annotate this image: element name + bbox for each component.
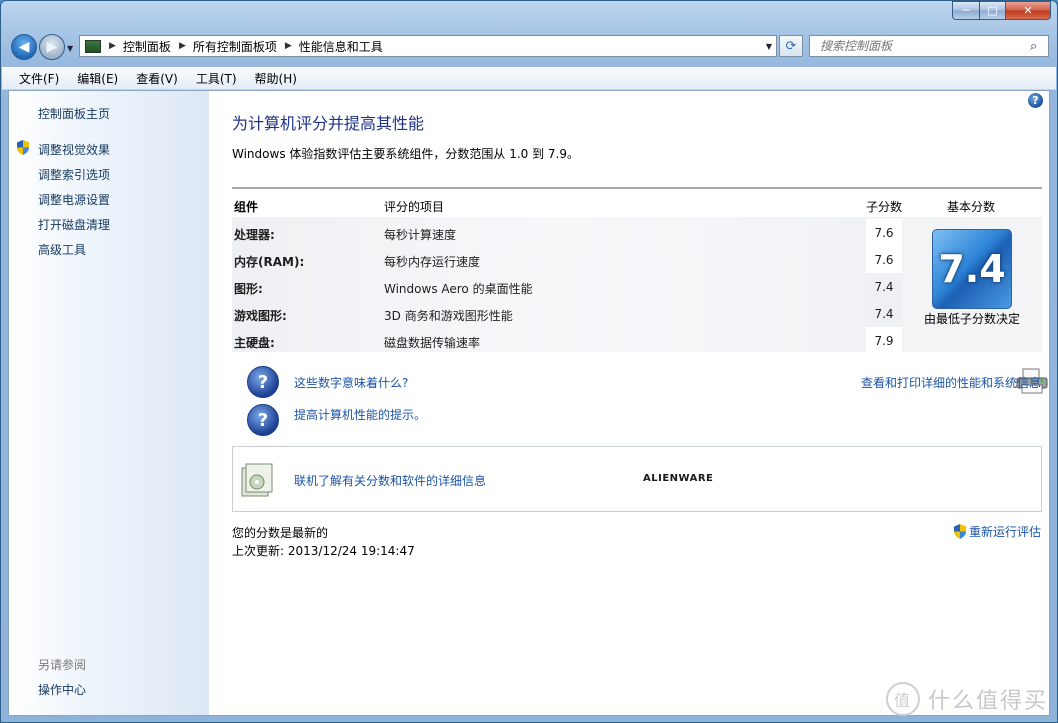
watermark-text: 什么值得买 xyxy=(928,689,1049,714)
online-info-link[interactable]: 联机了解有关分数和软件的详细信息 xyxy=(294,472,486,489)
breadcrumb-item[interactable]: 控制面板 xyxy=(123,38,171,55)
menu-tools[interactable]: 工具(T) xyxy=(187,70,246,87)
chevron-right-icon[interactable]: ▶ xyxy=(179,41,186,51)
control-panel-icon xyxy=(85,39,101,53)
search-input[interactable] xyxy=(818,38,1030,54)
row-subscore: 7.9 xyxy=(866,327,902,354)
sidebar-home-link[interactable]: 控制面板主页 xyxy=(38,105,110,122)
sidebar-item-power[interactable]: 调整电源设置 xyxy=(38,191,110,208)
minimize-button[interactable]: ─ xyxy=(952,1,979,20)
row-item: Windows Aero 的桌面性能 xyxy=(384,282,533,296)
question-icon: ? xyxy=(247,366,279,398)
what-numbers-mean-link[interactable]: 这些数字意味着什么? xyxy=(294,374,408,391)
menu-view[interactable]: 查看(V) xyxy=(127,70,187,87)
header-base-score: 基本分数 xyxy=(947,200,996,214)
online-info-box: 联机了解有关分数和软件的详细信息 ALIENWARE xyxy=(232,446,1042,512)
main-panel: ? 为计算机评分并提高其性能 Windows 体验指数评估主要系统组件，分数范围… xyxy=(209,91,1049,715)
score-table: 组件 评分的项目 子分数 基本分数 处理器: 每秒计算速度 7.6 内存(RAM… xyxy=(232,187,1042,354)
sidebar-item-advanced-tools[interactable]: 高级工具 xyxy=(38,241,86,258)
sidebar: 控制面板主页 调整视觉效果 调整索引选项 调整电源设置 打开磁盘清理 高级工具 … xyxy=(9,91,209,715)
address-bar[interactable]: ▶ 控制面板 ▶ 所有控制面板项 ▶ 性能信息和工具 ▼ xyxy=(79,35,777,57)
sidebar-item-disk-cleanup[interactable]: 打开磁盘清理 xyxy=(38,216,110,233)
row-component: 内存(RAM): xyxy=(234,255,305,269)
base-score-caption: 由最低子分数决定 xyxy=(923,312,1020,326)
arrow-right-icon: ▶ xyxy=(46,39,58,55)
row-subscore: 7.4 xyxy=(866,273,902,300)
close-button[interactable]: ✕ xyxy=(1005,1,1051,20)
forward-button[interactable]: ▶ xyxy=(39,34,65,60)
menu-bar: 文件(F) 编辑(E) 查看(V) 工具(T) 帮助(H) xyxy=(2,66,1056,90)
breadcrumb-item[interactable]: 所有控制面板项 xyxy=(193,38,277,55)
base-score-panel: 7.4 由最低子分数决定 xyxy=(902,217,1042,352)
page-description: Windows 体验指数评估主要系统组件，分数范围从 1.0 到 7.9。 xyxy=(232,147,579,161)
back-button[interactable]: ◀ xyxy=(11,34,37,60)
uac-shield-icon xyxy=(953,524,966,539)
chevron-right-icon[interactable]: ▶ xyxy=(109,41,116,51)
print-details-link[interactable]: 查看和打印详细的性能和系统信息 xyxy=(861,374,1041,391)
sidebar-item-indexing[interactable]: 调整索引选项 xyxy=(38,166,110,183)
rerun-assessment-link[interactable]: 重新运行评估 xyxy=(969,523,1041,540)
header-component: 组件 xyxy=(234,200,259,214)
score-status: 您的分数是最新的 xyxy=(232,526,329,540)
see-also-heading: 另请参阅 xyxy=(38,658,87,672)
row-component: 处理器: xyxy=(234,228,275,242)
question-icon: ? xyxy=(247,404,279,436)
breadcrumb: ▶ 控制面板 ▶ 所有控制面板项 ▶ 性能信息和工具 xyxy=(107,38,383,55)
content-area: 控制面板主页 调整视觉效果 调整索引选项 调整电源设置 打开磁盘清理 高级工具 … xyxy=(8,90,1050,716)
refresh-button[interactable]: ⟳ xyxy=(779,35,803,57)
alienware-logo[interactable]: ALIENWARE xyxy=(643,473,713,484)
help-icon[interactable]: ? xyxy=(1028,93,1043,108)
row-subscore: 7.6 xyxy=(866,246,902,273)
sidebar-item-visual-effects[interactable]: 调整视觉效果 xyxy=(38,141,110,158)
row-component: 游戏图形: xyxy=(234,309,287,323)
header-rated-item: 评分的项目 xyxy=(384,200,445,214)
menu-file[interactable]: 文件(F) xyxy=(2,70,68,87)
row-component: 图形: xyxy=(234,282,263,296)
row-item: 每秒内存运行速度 xyxy=(384,255,481,269)
row-subscore: 7.4 xyxy=(866,300,902,327)
header-subscore: 子分数 xyxy=(866,200,903,214)
refresh-icon: ⟳ xyxy=(785,38,797,54)
uac-shield-icon xyxy=(17,140,29,155)
address-dropdown-icon[interactable]: ▼ xyxy=(762,42,776,51)
row-item: 3D 商务和游戏图形性能 xyxy=(384,309,513,323)
search-icon[interactable]: ⌕ xyxy=(1030,39,1048,54)
table-header: 组件 评分的项目 子分数 基本分数 xyxy=(232,187,1042,219)
menu-help[interactable]: 帮助(H) xyxy=(246,70,306,87)
chevron-right-icon[interactable]: ▶ xyxy=(285,41,292,51)
row-item: 每秒计算速度 xyxy=(384,228,457,242)
search-box[interactable]: ⌕ xyxy=(809,35,1049,57)
breadcrumb-item[interactable]: 性能信息和工具 xyxy=(299,38,383,55)
sidebar-item-action-center[interactable]: 操作中心 xyxy=(38,681,86,698)
caption-buttons: ─ □ ✕ xyxy=(952,1,1051,21)
recent-pages-dropdown[interactable]: ▼ xyxy=(67,44,73,53)
base-score-badge: 7.4 xyxy=(932,229,1012,309)
performance-tips-link[interactable]: 提高计算机性能的提示。 xyxy=(294,406,426,423)
rerun-assessment[interactable]: 重新运行评估 xyxy=(953,523,1041,540)
row-subscore: 7.6 xyxy=(866,219,902,246)
arrow-left-icon: ◀ xyxy=(18,39,30,55)
watermark-logo-icon: 值 xyxy=(886,682,920,716)
row-component: 主硬盘: xyxy=(234,336,275,350)
software-package-icon xyxy=(241,463,273,497)
page-title: 为计算机评分并提高其性能 xyxy=(232,114,425,133)
maximize-button[interactable]: □ xyxy=(979,1,1005,20)
control-panel-window: ─ □ ✕ ◀ ▶ ▼ ▶ 控制面板 ▶ 所有控制面板项 ▶ 性能信息和工具 ▼… xyxy=(0,0,1058,723)
row-item: 磁盘数据传输速率 xyxy=(384,336,481,350)
menu-edit[interactable]: 编辑(E) xyxy=(68,70,127,87)
last-update: 上次更新: 2013/12/24 19:14:47 xyxy=(232,544,415,558)
site-watermark: 值 什么值得买 xyxy=(886,681,1054,717)
